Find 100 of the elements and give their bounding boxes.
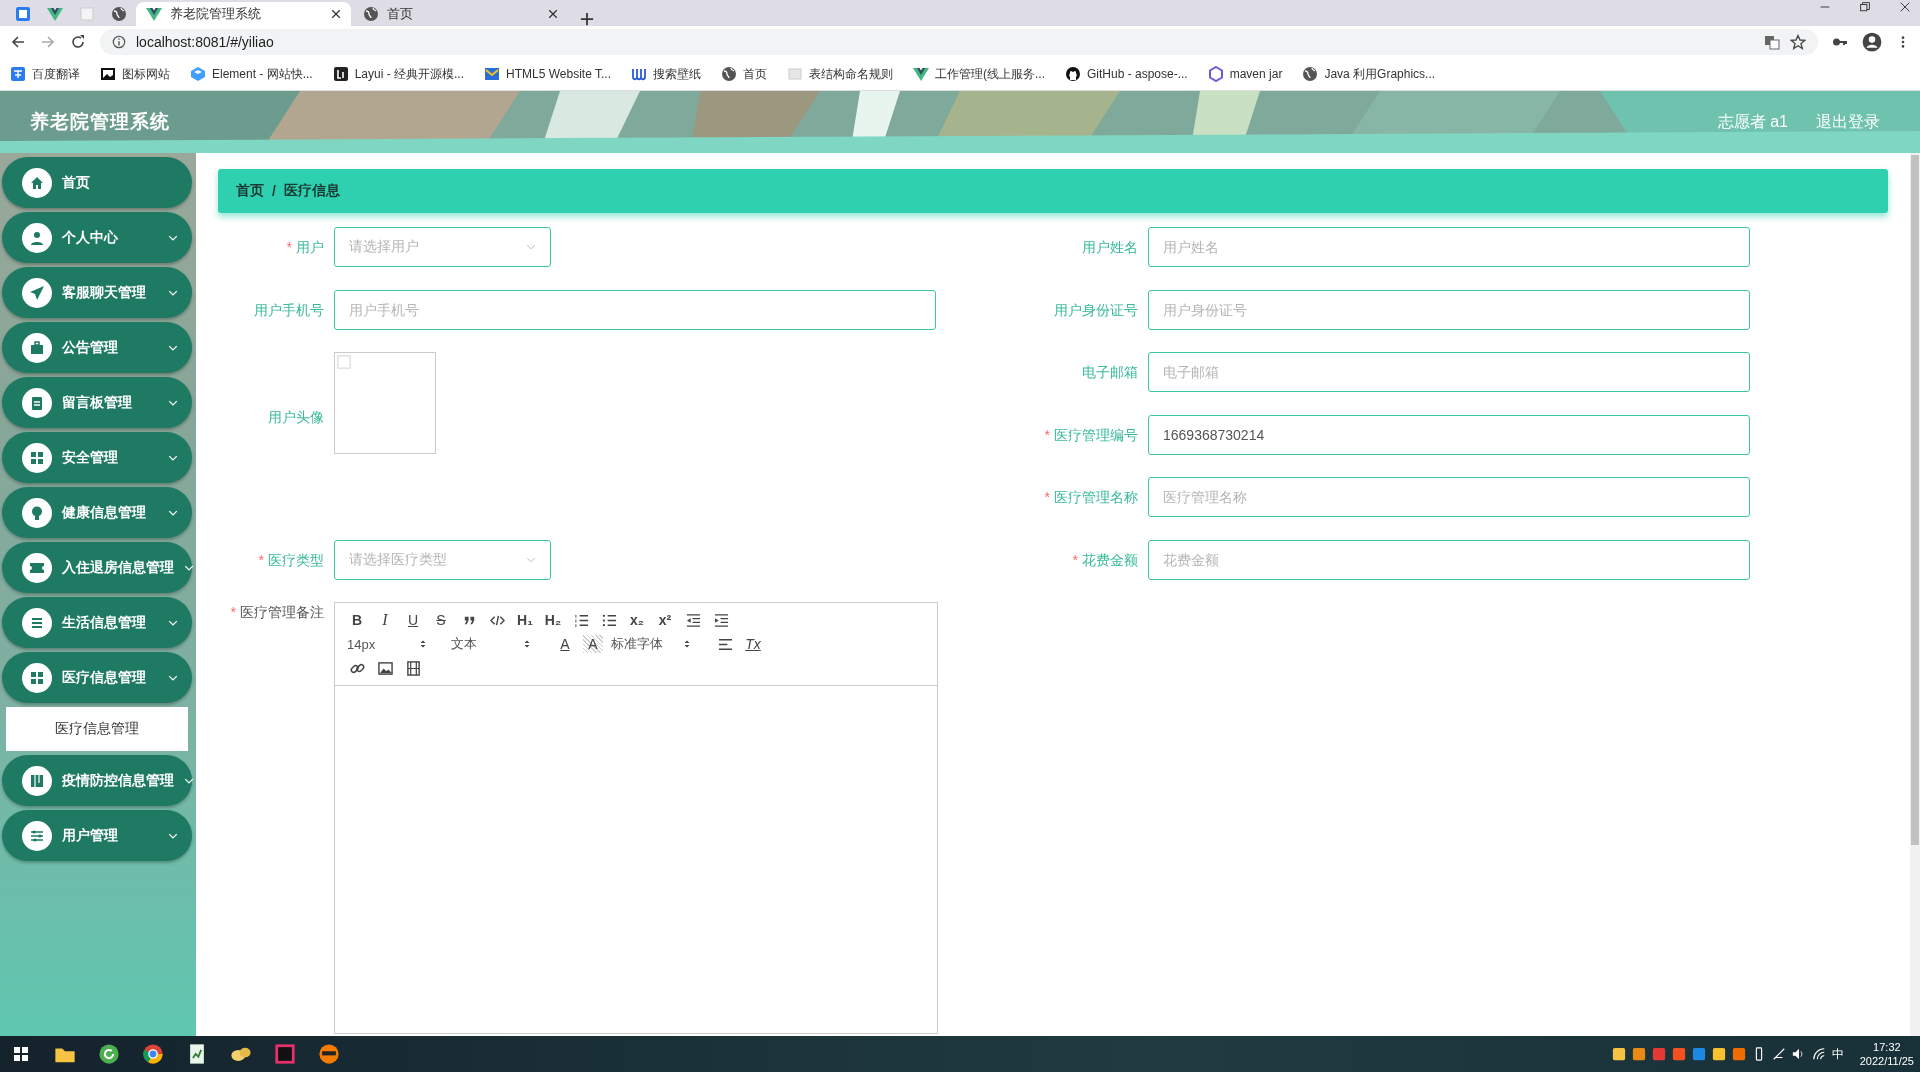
image-icon[interactable]	[377, 660, 393, 676]
scroll-thumb[interactable]	[1911, 155, 1919, 845]
updown-icon	[523, 638, 531, 650]
breadcrumb-item[interactable]: 首页	[236, 182, 264, 200]
format-button[interactable]: H₁	[515, 611, 535, 629]
tray-app-icon[interactable]	[1711, 1047, 1726, 1061]
menu-item[interactable]: 安全管理	[2, 432, 192, 483]
required-mark: *	[230, 604, 236, 620]
format-button[interactable]: Tx	[743, 635, 763, 653]
input-field[interactable]: 电子邮箱	[1148, 352, 1750, 392]
menu-item[interactable]: 生活信息管理	[2, 597, 192, 648]
app-icon[interactable]	[15, 6, 31, 22]
format-button[interactable]: x²	[655, 611, 675, 629]
input-field[interactable]: 用户姓名	[1148, 227, 1750, 267]
scrollbar[interactable]	[1910, 153, 1920, 1036]
format-button[interactable]: A	[555, 635, 575, 653]
format-button[interactable]: S	[431, 611, 451, 629]
wifi-icon[interactable]	[1811, 1047, 1826, 1061]
input-field[interactable]: 医疗管理名称	[1148, 477, 1750, 517]
menu-item[interactable]: 用户管理	[2, 810, 192, 861]
info-icon[interactable]	[112, 35, 126, 49]
menu-item[interactable]: 留言板管理	[2, 377, 192, 428]
format-button[interactable]: A	[583, 635, 603, 653]
field-label: * 用户	[285, 238, 325, 257]
bookmark[interactable]: HTML5 Website T...	[484, 66, 611, 82]
reload-icon[interactable]	[70, 34, 86, 50]
bookmark[interactable]: Element - 网站快...	[190, 65, 313, 83]
format-dropdown[interactable]: 14px	[347, 635, 427, 653]
translate-icon	[10, 66, 26, 82]
tray-app-icon[interactable]	[1691, 1047, 1706, 1061]
menu-item[interactable]: 健康信息管理	[2, 487, 192, 538]
breadcrumb-item: 医疗信息	[283, 182, 340, 200]
updown-icon	[419, 638, 427, 650]
picture-frame-icon	[100, 66, 116, 82]
film-icon[interactable]	[405, 660, 421, 676]
bookmark[interactable]: GitHub - aspose-...	[1065, 66, 1188, 82]
bookmark[interactable]: Layui - 经典开源模...	[332, 65, 465, 83]
globe-icon[interactable]	[111, 6, 127, 22]
vue-logo-icon	[146, 6, 162, 22]
bookmark[interactable]: 首页	[721, 65, 767, 83]
close-icon[interactable]	[331, 9, 341, 19]
outdent-icon[interactable]	[685, 612, 701, 628]
format-button[interactable]: B	[347, 611, 367, 629]
tray-app-icon[interactable]	[1731, 1047, 1746, 1061]
translate-icon[interactable]	[1764, 34, 1780, 50]
menu-item[interactable]: 客服聊天管理	[2, 267, 192, 318]
format-dropdown[interactable]: 标准字体	[611, 635, 691, 653]
format-button[interactable]: H₂	[543, 611, 563, 629]
bookmark[interactable]: maven jar	[1207, 66, 1283, 82]
format-button[interactable]: x₂	[627, 611, 647, 629]
book-icon	[22, 765, 52, 796]
back-icon[interactable]	[10, 34, 26, 50]
bookmark[interactable]: Java 利用Graphics...	[1302, 65, 1436, 83]
tray-app-icon[interactable]	[1611, 1047, 1626, 1061]
browser-tab[interactable]: 首页	[353, 2, 568, 26]
bookmark[interactable]: 百度翻译	[10, 65, 80, 83]
chrome-icon[interactable]	[142, 1043, 164, 1065]
menu-item[interactable]: 首页	[2, 157, 192, 208]
app-title: 养老院管理系统	[30, 110, 170, 134]
input-field[interactable]: 1669368730214	[1148, 414, 1750, 455]
input-field[interactable]: 花费金额	[1148, 539, 1750, 580]
field-label: * 花费金额	[1071, 550, 1139, 570]
bookmark[interactable]: 表结构命名规则	[787, 65, 893, 83]
tray-app-icon[interactable]	[1631, 1047, 1646, 1061]
field-label: * 医疗管理名称	[1043, 488, 1139, 507]
refresh-circle-icon[interactable]	[98, 1043, 120, 1065]
bullet-list-icon[interactable]	[601, 612, 617, 628]
account-icon[interactable]	[1862, 32, 1882, 52]
clock[interactable]: 17:32 2022/11/25	[1859, 1040, 1914, 1068]
tray-app-icon[interactable]	[1671, 1047, 1686, 1061]
browser-tab[interactable]: 养老院管理系统	[136, 2, 351, 26]
bookmark[interactable]: 工作管理(线上服务...	[913, 65, 1045, 83]
menu-item[interactable]: 个人中心	[2, 212, 192, 263]
bookmark[interactable]: 图标网站	[100, 65, 170, 83]
close-icon[interactable]	[1900, 2, 1910, 12]
format-button[interactable]: U	[403, 611, 423, 629]
address-bar[interactable]: localhost:8081/#/yiliao	[100, 29, 1818, 55]
updown-icon	[683, 638, 691, 650]
menu-item[interactable]: 疫情防控信息管理	[2, 755, 192, 806]
input-method-indicator[interactable]: 中	[1831, 1045, 1844, 1063]
restore-icon[interactable]	[1860, 2, 1870, 12]
format-button[interactable]: I	[375, 611, 395, 629]
wave-icon	[631, 66, 647, 82]
bookmark[interactable]: 搜索壁纸	[631, 65, 701, 83]
input-field[interactable]: 用户手机号	[334, 289, 936, 330]
menu-item[interactable]: 入住退房信息管理	[2, 542, 192, 593]
input-field[interactable]: 用户身份证号	[1148, 289, 1750, 330]
align-left-icon[interactable]	[717, 636, 733, 652]
menu-item[interactable]: 公告管理	[2, 322, 192, 373]
format-dropdown[interactable]: 文本	[451, 635, 531, 653]
star-icon[interactable]	[1790, 34, 1806, 50]
indent-icon[interactable]	[713, 612, 729, 628]
numbered-list-icon[interactable]	[573, 612, 589, 628]
submenu-item[interactable]: 医疗信息管理	[6, 707, 188, 751]
rich-text-editor[interactable]: B I U S H₁ H₂ x₂ x² 14px 文本 A A 标准字体 Tx	[334, 602, 938, 1034]
vue-logo-icon[interactable]	[47, 6, 63, 22]
close-icon[interactable]	[548, 9, 558, 19]
menu-item[interactable]: 医疗信息管理	[2, 652, 192, 703]
ide-icon[interactable]	[274, 1043, 296, 1065]
windows-start-icon[interactable]	[13, 1046, 29, 1062]
